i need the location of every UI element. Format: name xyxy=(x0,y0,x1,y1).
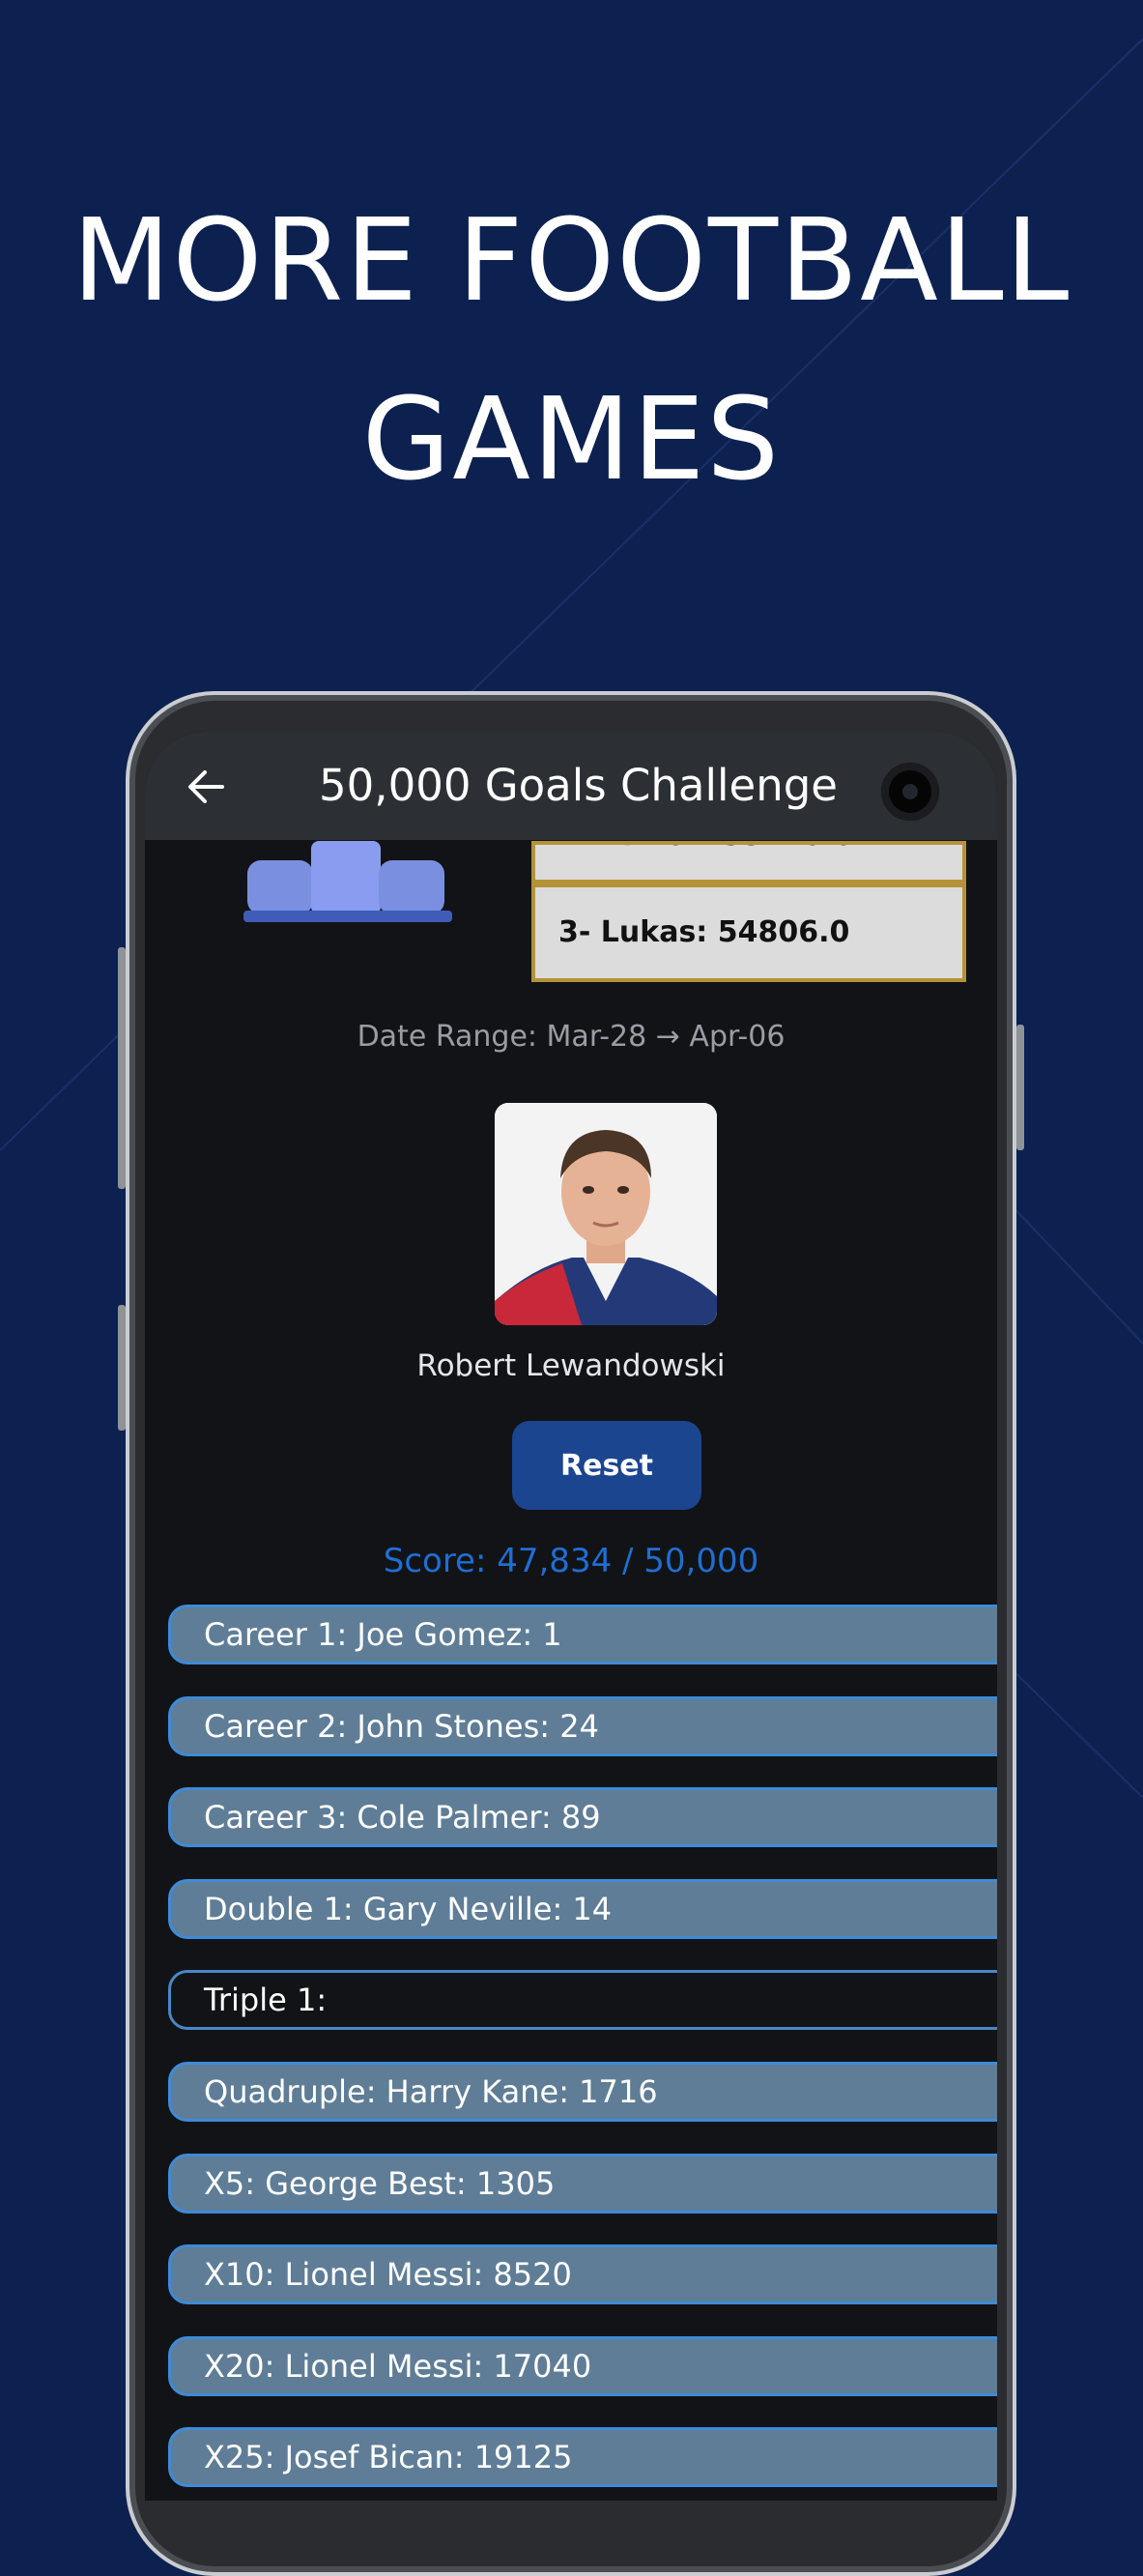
camera-cutout-icon xyxy=(881,763,939,821)
phone-volume-button xyxy=(118,947,126,1189)
score-label: Score: 47,834 / 50,000 xyxy=(383,1542,759,1580)
challenge-row[interactable]: X5: George Best: 1305 xyxy=(168,2153,997,2214)
player-photo xyxy=(495,1103,717,1325)
headline-line-2: GAMES xyxy=(361,372,782,506)
challenge-row[interactable]: Career 2: John Stones: 24 xyxy=(168,1695,997,1756)
app-bar: 50,000 Goals Challenge xyxy=(145,732,997,840)
challenge-row[interactable]: Career 3: Cole Palmer: 89 xyxy=(168,1787,997,1848)
challenge-row[interactable]: X10: Lionel Messi: 8520 xyxy=(168,2244,997,2305)
headline-line-1: MORE FOOTBALL xyxy=(71,193,1072,327)
challenge-row[interactable]: Career 1: Joe Gomez: 1 xyxy=(168,1605,997,1664)
phone-screen: 50,000 Goals Challenge 2- Viktor: 55240.… xyxy=(145,732,997,2501)
player-name: Robert Lewandowski xyxy=(416,1348,726,1383)
challenge-row[interactable]: Triple 1: xyxy=(168,1970,997,2031)
screen-title: 50,000 Goals Challenge xyxy=(319,760,838,811)
challenge-row[interactable]: Double 1: Gary Neville: 14 xyxy=(168,1878,997,1939)
leaderboard-entry-2-text: 2- Viktor: 55240.0 xyxy=(558,845,854,853)
challenge-row[interactable]: X25: Josef Bican: 19125 xyxy=(168,2427,997,2488)
reset-button[interactable]: Reset xyxy=(512,1421,701,1510)
date-range-label: Date Range: Mar-28 → Apr-06 xyxy=(357,1020,786,1054)
leaderboard-entry-2: 2- Viktor: 55240.0 xyxy=(531,841,966,883)
phone-side-button xyxy=(118,1305,126,1431)
challenge-row[interactable]: Quadruple: Harry Kane: 1716 xyxy=(168,2062,997,2122)
challenge-row[interactable]: X20: Lionel Messi: 17040 xyxy=(168,2335,997,2396)
leaderboard-entry-3: 3- Lukas: 54806.0 xyxy=(531,883,966,982)
phone-power-button xyxy=(1016,1025,1024,1150)
arrow-left-icon[interactable] xyxy=(184,765,228,809)
player-portrait-image xyxy=(495,1103,717,1325)
podium-icon xyxy=(243,841,452,922)
